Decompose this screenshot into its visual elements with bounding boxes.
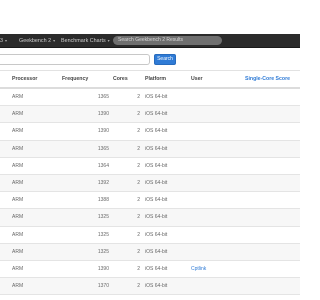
table-row[interactable]: ARM 1364 2 iOS 64-bit <box>0 158 300 175</box>
column-header-single-core-score[interactable]: Single-Core Score <box>245 71 290 87</box>
cell-frequency: 1365 <box>97 94 109 100</box>
results-table: Processor Frequency Cores Platform User … <box>0 70 300 296</box>
column-header-frequency: Frequency <box>62 76 89 82</box>
cell-processor: ARM <box>12 197 24 204</box>
nav-item-3[interactable]: 3 ▾ <box>0 34 7 47</box>
cell-processor: ARM <box>12 145 24 152</box>
cell-processor: ARM <box>12 231 24 238</box>
cell-platform: iOS 64-bit <box>145 214 168 221</box>
cell-platform: iOS 64-bit <box>145 197 168 204</box>
cell-processor: ARM <box>12 179 24 186</box>
cell-cores: 2 <box>137 231 140 238</box>
cell-platform: iOS 64-bit <box>145 145 168 152</box>
cell-platform: iOS 64-bit <box>145 283 168 290</box>
cell-platform: iOS 64-bit <box>145 94 168 100</box>
cell-platform: iOS 64-bit <box>145 162 168 169</box>
cell-processor: ARM <box>12 128 24 135</box>
column-header-processor: Processor <box>12 76 38 82</box>
cell-cores: 2 <box>137 111 140 118</box>
cell-frequency: 1370 <box>97 283 109 290</box>
cell-frequency: 1325 <box>97 214 109 221</box>
table-body: ARM 1365 2 iOS 64-bit ARM 1390 2 iOS 64-bit ARM 1… <box>0 89 300 296</box>
chevron-down-icon: ▾ <box>5 38 8 43</box>
nav-search-input[interactable] <box>113 36 222 45</box>
cell-frequency: 1392 <box>97 179 109 186</box>
cell-cores: 2 <box>137 283 140 290</box>
column-header-user: User <box>191 76 203 82</box>
cell-processor: ARM <box>12 162 24 169</box>
cell-frequency: 1325 <box>97 248 109 255</box>
cell-platform: iOS 64-bit <box>145 265 168 272</box>
cell-cores: 2 <box>137 128 140 135</box>
table-row[interactable]: ARM 1392 2 iOS 64-bit <box>0 174 300 193</box>
search-input[interactable] <box>0 54 150 65</box>
cell-cores: 2 <box>137 162 140 169</box>
cell-processor: ARM <box>12 111 24 118</box>
table-row[interactable]: ARM 1370 2 iOS 64-bit <box>0 278 300 296</box>
nav-item-benchmark-charts[interactable]: Benchmark Charts ▾ <box>61 34 110 47</box>
column-header-platform: Platform <box>145 76 167 82</box>
table-header: Processor Frequency Cores Platform User … <box>0 70 300 89</box>
cell-frequency: 1325 <box>97 231 109 238</box>
cell-frequency: 1390 <box>97 128 109 135</box>
cell-processor: ARM <box>12 283 24 290</box>
cell-cores: 2 <box>137 248 140 255</box>
cell-frequency: 1365 <box>97 145 109 152</box>
cell-frequency: 1390 <box>97 111 109 118</box>
cell-cores: 2 <box>137 145 140 152</box>
page: 3 ▾ Geekbench 2 ▾ Benchmark Charts ▾ Search… <box>0 0 300 300</box>
cell-platform: iOS 64-bit <box>145 128 168 135</box>
cell-processor: ARM <box>12 214 24 221</box>
chevron-down-icon: ▾ <box>53 38 56 43</box>
cell-platform: iOS 64-bit <box>145 111 168 118</box>
nav-item-label: Geekbench 2 <box>19 37 52 44</box>
cell-frequency: 1388 <box>97 197 109 204</box>
cell-platform: iOS 64-bit <box>145 179 168 186</box>
cell-frequency: 1364 <box>97 162 109 169</box>
cell-processor: ARM <box>12 265 24 272</box>
table-row[interactable]: ARM 1390 2 iOS 64-bit <box>0 106 300 124</box>
table-row[interactable]: ARM 1325 2 iOS 64-bit <box>0 243 300 261</box>
table-row[interactable]: ARM 1325 2 iOS 64-bit <box>0 227 300 244</box>
cell-processor: ARM <box>12 248 24 255</box>
table-row[interactable]: ARM 1325 2 iOS 64-bit <box>0 209 300 227</box>
table-row[interactable]: ARM 1390 2 iOS 64-bit Cptlink <box>0 261 300 279</box>
top-navbar: 3 ▾ Geekbench 2 ▾ Benchmark Charts ▾ <box>0 34 300 48</box>
chevron-down-icon: ▾ <box>107 38 110 43</box>
table-row[interactable]: ARM 1365 2 iOS 64-bit <box>0 140 300 158</box>
cell-platform: iOS 64-bit <box>145 248 168 255</box>
cell-frequency: 1390 <box>97 265 109 272</box>
cell-cores: 2 <box>137 197 140 204</box>
nav-item-label: Benchmark Charts <box>61 37 106 44</box>
table-row[interactable]: ARM 1390 2 iOS 64-bit <box>0 123 300 141</box>
table-row[interactable]: ARM 1388 2 iOS 64-bit <box>0 192 300 210</box>
cell-cores: 2 <box>137 214 140 221</box>
cell-user[interactable]: Cptlink <box>191 261 206 278</box>
cell-cores: 2 <box>137 94 140 100</box>
cell-processor: ARM <box>12 94 24 100</box>
nav-item-geekbench-2[interactable]: Geekbench 2 ▾ <box>19 34 55 47</box>
search-button[interactable]: Search <box>154 54 176 65</box>
nav-item-label: 3 <box>0 37 3 44</box>
table-row[interactable]: ARM 1365 2 iOS 64-bit <box>0 89 300 107</box>
cell-cores: 2 <box>137 265 140 272</box>
column-header-cores: Cores <box>113 76 128 82</box>
cell-platform: iOS 64-bit <box>145 231 168 238</box>
cell-cores: 2 <box>137 179 140 186</box>
